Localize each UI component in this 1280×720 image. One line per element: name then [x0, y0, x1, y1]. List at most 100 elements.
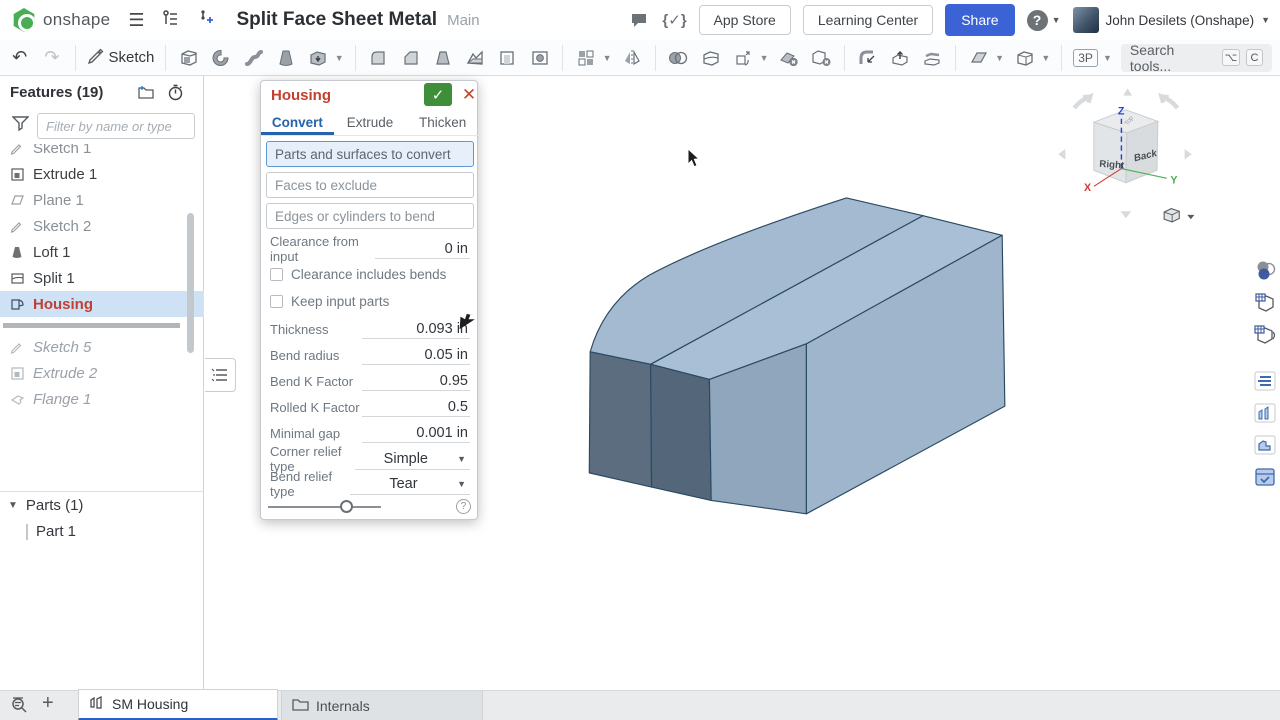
configurations-panel-icon[interactable]: [1252, 290, 1278, 316]
slider-track[interactable]: [268, 506, 381, 508]
modify-fillet-icon[interactable]: [856, 46, 879, 70]
bend-radius-input[interactable]: 0.05 in: [362, 345, 470, 365]
model-face-front-mid[interactable]: [651, 364, 712, 500]
app-store-button[interactable]: App Store: [699, 5, 791, 35]
history-stopwatch-icon[interactable]: [167, 84, 184, 106]
feature-item-extrude1[interactable]: Extrude 1: [0, 161, 204, 187]
views-menu-caret-icon[interactable]: ▼: [1041, 53, 1050, 63]
help-menu[interactable]: ? ▼: [1027, 10, 1061, 31]
part-item-1[interactable]: Part 1: [26, 523, 76, 540]
redo-icon[interactable]: ↷: [40, 46, 63, 70]
edges-to-bend-field[interactable]: Edges or cylinders to bend: [266, 203, 474, 229]
clearance-includes-bends-row[interactable]: Clearance includes bends: [270, 263, 470, 285]
rib-icon[interactable]: [464, 46, 487, 70]
corner-relief-dropdown[interactable]: Simple ▼: [355, 448, 470, 470]
hole-icon[interactable]: [528, 46, 551, 70]
filter-funnel-icon[interactable]: [12, 116, 29, 136]
pattern-menu-caret-icon[interactable]: ▼: [603, 53, 612, 63]
named-position-3p-button[interactable]: 3P: [1073, 49, 1098, 67]
bend-k-factor-input[interactable]: 0.95: [362, 371, 470, 391]
cut-list-panel-icon[interactable]: [1252, 400, 1278, 426]
sweep-icon[interactable]: [242, 46, 265, 70]
user-menu[interactable]: John Desilets (Onshape) ▼: [1073, 7, 1271, 33]
feature-item-split1[interactable]: Split 1: [0, 265, 204, 291]
shell-icon[interactable]: [496, 46, 519, 70]
feature-list-scrollbar[interactable]: [187, 213, 194, 353]
versions-tree-icon[interactable]: [162, 9, 180, 32]
rolled-k-factor-input[interactable]: 0.5: [362, 397, 470, 417]
rollback-bar[interactable]: [3, 323, 180, 328]
share-button[interactable]: Share: [945, 4, 1014, 36]
undo-icon[interactable]: ↶: [8, 46, 31, 70]
tab-sm-housing[interactable]: SM Housing: [78, 689, 278, 720]
release-tasks-panel-icon[interactable]: [1252, 464, 1278, 490]
replace-face-icon[interactable]: [921, 46, 944, 70]
feature-item-sketch1[interactable]: Sketch 1: [0, 144, 204, 161]
fillet-icon[interactable]: [367, 46, 390, 70]
slider-thumb[interactable]: [340, 500, 353, 513]
feature-item-extrude2[interactable]: Extrude 2: [0, 360, 204, 386]
plane-menu-caret-icon[interactable]: ▼: [995, 53, 1004, 63]
search-tools[interactable]: Search tools... ⌥ C: [1121, 44, 1272, 72]
pan-up-arrow-icon[interactable]: [1123, 88, 1132, 95]
dialog-confirm-button[interactable]: ✓: [424, 83, 452, 106]
named-position-caret-icon[interactable]: ▼: [1103, 53, 1112, 63]
feature-item-housing-active[interactable]: Housing: [0, 291, 204, 317]
parts-collapse-caret-icon[interactable]: ▼: [8, 500, 18, 511]
boolean-icon[interactable]: [667, 46, 690, 70]
sheet-metal-flat-pattern-icon[interactable]: [1252, 432, 1278, 458]
workspace-name[interactable]: Main: [447, 12, 480, 29]
draft-icon[interactable]: [431, 46, 454, 70]
rotate-right-arrow-icon[interactable]: [1161, 96, 1177, 108]
pan-down-arrow-icon[interactable]: [1121, 211, 1132, 218]
tab-convert[interactable]: Convert: [261, 110, 334, 135]
feature-item-sketch2[interactable]: Sketch 2: [0, 213, 204, 239]
thicken-menu-caret-icon[interactable]: ▼: [335, 53, 344, 63]
filter-input[interactable]: [37, 113, 195, 139]
delete-part-icon[interactable]: [810, 46, 833, 70]
onshape-logo[interactable]: onshape: [12, 8, 110, 32]
extrude-icon[interactable]: [177, 46, 200, 70]
tab-thicken[interactable]: Thicken: [406, 110, 479, 135]
feature-item-sketch5[interactable]: Sketch 5: [0, 334, 204, 360]
pan-left-arrow-icon[interactable]: [1058, 149, 1065, 160]
split-icon[interactable]: [699, 46, 722, 70]
move-face-icon[interactable]: [888, 46, 911, 70]
dialog-close-button[interactable]: ✕: [458, 83, 480, 106]
create-version-icon[interactable]: [198, 9, 214, 32]
transform-icon[interactable]: [731, 46, 754, 70]
bom-table-panel-icon[interactable]: [1252, 368, 1278, 394]
thicken-icon[interactable]: [306, 46, 329, 70]
transform-menu-caret-icon[interactable]: ▼: [760, 53, 769, 63]
feature-item-flange1[interactable]: Flange 1: [0, 386, 204, 412]
new-folder-icon[interactable]: [137, 84, 155, 105]
tab-extrude[interactable]: Extrude: [334, 110, 407, 135]
new-tab-icon[interactable]: +: [42, 692, 54, 715]
dialog-opacity-slider[interactable]: [268, 499, 388, 515]
loft-icon[interactable]: [274, 46, 297, 70]
delete-face-icon[interactable]: [778, 46, 801, 70]
tab-manager-icon[interactable]: [10, 695, 32, 720]
feature-list-flyout-toggle[interactable]: [205, 358, 236, 392]
chamfer-icon[interactable]: [399, 46, 422, 70]
plane-icon[interactable]: [967, 46, 990, 70]
faces-to-exclude-field[interactable]: Faces to exclude: [266, 172, 474, 198]
clearance-includes-bends-checkbox[interactable]: [270, 268, 283, 281]
featurescript-check-icon[interactable]: {✓}: [663, 8, 687, 32]
mirror-icon[interactable]: [621, 46, 644, 70]
keep-input-parts-checkbox[interactable]: [270, 295, 283, 308]
clearance-input[interactable]: 0 in: [375, 239, 470, 259]
feature-item-loft1[interactable]: Loft 1: [0, 239, 204, 265]
parts-to-convert-field[interactable]: Parts and surfaces to convert: [266, 141, 474, 167]
feature-item-plane1[interactable]: Plane 1: [0, 187, 204, 213]
linear-pattern-icon[interactable]: [574, 46, 597, 70]
model-face-front-left[interactable]: [589, 352, 651, 487]
main-menu-icon[interactable]: ☰: [128, 10, 144, 31]
bend-relief-dropdown[interactable]: Tear ▼: [350, 473, 470, 495]
sketch-button[interactable]: Sketch: [87, 47, 155, 68]
named-views-icon[interactable]: [1013, 46, 1036, 70]
minimal-gap-input[interactable]: 0.001 in: [362, 423, 470, 443]
dialog-help-icon[interactable]: ?: [456, 499, 471, 514]
appearance-panel-icon[interactable]: [1252, 258, 1278, 284]
comments-icon[interactable]: [627, 8, 651, 32]
